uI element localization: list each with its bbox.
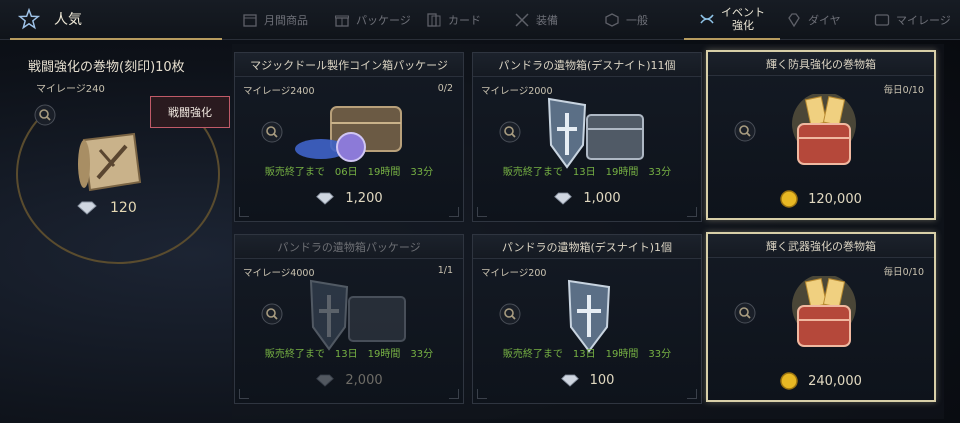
magnifier-icon[interactable] — [734, 120, 756, 142]
product-price: 240,000 — [708, 372, 934, 390]
daily-limit: 毎日0/10 — [883, 267, 924, 278]
product-card-soldout[interactable]: パンドラの遺物箱パッケージ マイレージ4000 1/1 販売終了まで 13日 1… — [234, 234, 464, 404]
tab-popular[interactable]: 人気 — [10, 0, 222, 40]
tab-diamond-label: ダイヤ — [808, 14, 841, 27]
mileage-icon — [874, 14, 890, 26]
corner-ornament — [477, 207, 487, 217]
product-card-featured[interactable]: 輝く防具強化の巻物箱 毎日0/10 120,000 — [706, 50, 936, 220]
featured-price: 120 — [76, 200, 137, 216]
product-title: パンドラの遺物箱(デスナイト)1個 — [473, 235, 701, 259]
sale-countdown: 販売終了まで 06日 19時間 33分 — [264, 167, 434, 178]
tab-mileage[interactable]: マイレージ — [874, 0, 951, 40]
scroll-item-icon — [78, 132, 142, 192]
product-title: 輝く武器強化の巻物箱 — [708, 234, 934, 258]
tab-monthly-label: 月間商品 — [264, 14, 308, 27]
magnifier-icon[interactable] — [261, 121, 283, 143]
product-price-value: 1,000 — [583, 191, 621, 206]
tab-card-label: カード — [448, 14, 481, 27]
tab-equipment[interactable]: 装備 — [514, 0, 558, 40]
product-price: 1,000 — [473, 191, 701, 206]
diamond-currency-icon — [554, 192, 573, 205]
corner-ornament — [239, 207, 249, 217]
purchase-limit: 0/2 — [437, 83, 453, 94]
sale-countdown: 販売終了まで 13日 19時間 33分 — [502, 167, 672, 178]
card-icon — [427, 13, 441, 27]
product-card-featured[interactable]: 輝く武器強化の巻物箱 毎日0/10 240,000 — [706, 232, 936, 402]
product-title: 輝く防具強化の巻物箱 — [708, 52, 934, 76]
tab-general-label: 一般 — [626, 14, 648, 27]
sale-countdown: 販売終了まで 13日 19時間 33分 — [264, 349, 434, 360]
tab-popular-label: 人気 — [54, 12, 82, 28]
featured-mileage: マイレージ240 — [36, 84, 105, 95]
tab-event-label-line2: 強化 — [732, 19, 754, 32]
tab-diamond[interactable]: ダイヤ — [786, 0, 841, 40]
tab-event-enhance[interactable]: イベント 強化 — [684, 0, 780, 40]
diamond-currency-icon — [77, 201, 97, 215]
product-price: 120,000 — [708, 190, 934, 208]
product-price-value: 240,000 — [808, 373, 862, 389]
swords-icon — [515, 13, 529, 27]
daily-limit: 毎日0/10 — [883, 85, 924, 96]
gift-icon — [335, 15, 349, 27]
featured-title: 戦闘強化の巻物(刻印)10枚 — [28, 60, 185, 75]
product-title: パンドラの遺物箱(デスナイト)11個 — [473, 53, 701, 77]
product-card[interactable]: マジックドール製作コイン箱パッケージ マイレージ2400 0/2 販売終了まで … — [234, 52, 464, 222]
cube-icon — [605, 13, 619, 27]
featured-price-value: 120 — [110, 200, 137, 216]
ribbon-icon — [700, 14, 714, 24]
product-price-value: 100 — [589, 373, 615, 388]
featured-item-panel[interactable]: 戦闘強化の巻物(刻印)10枚 マイレージ240 戦闘強化 120 — [0, 44, 232, 423]
corner-ornament — [449, 207, 459, 217]
magnifier-icon[interactable] — [499, 303, 521, 325]
tab-card[interactable]: カード — [426, 0, 481, 40]
product-price: 1,200 — [235, 191, 463, 206]
tab-equipment-label: 装備 — [536, 14, 558, 27]
tab-event-label-line1: イベント — [721, 6, 765, 19]
corner-ornament — [477, 389, 487, 399]
tab-monthly[interactable]: 月間商品 — [242, 0, 308, 40]
product-price-value: 2,000 — [345, 373, 383, 388]
magnifier-icon[interactable] — [34, 104, 56, 126]
magnifier-icon[interactable] — [499, 121, 521, 143]
red-chest-scroll-icon — [792, 276, 856, 347]
gold-coin-icon — [780, 372, 798, 390]
red-chest-scroll-icon — [792, 94, 856, 165]
product-title: パンドラの遺物箱パッケージ — [235, 235, 463, 259]
category-tag: 戦闘強化 — [150, 96, 230, 128]
corner-ornament — [687, 207, 697, 217]
magnifier-icon[interactable] — [734, 302, 756, 324]
tab-event-enhance-label: イベント 強化 — [721, 6, 765, 32]
calendar-icon — [243, 14, 257, 27]
corner-ornament — [687, 389, 697, 399]
diamond-currency-icon — [560, 374, 579, 387]
diamond-currency-icon — [316, 374, 335, 387]
product-price: 2,000 — [235, 373, 463, 388]
product-price-value: 120,000 — [808, 191, 862, 207]
product-price-value: 1,200 — [345, 191, 383, 206]
purchase-limit: 1/1 — [437, 265, 453, 276]
tab-package[interactable]: パッケージ — [334, 0, 411, 40]
star-icon — [18, 8, 40, 30]
sale-countdown: 販売終了まで 13日 19時間 33分 — [502, 349, 672, 360]
corner-ornament — [239, 389, 249, 399]
diamond-currency-icon — [316, 192, 335, 205]
tab-general[interactable]: 一般 — [604, 0, 648, 40]
product-title: マジックドール製作コイン箱パッケージ — [235, 53, 463, 77]
gold-coin-icon — [780, 190, 798, 208]
top-nav-bar: 人気 月間商品 パッケージ カード 装備 一般 イベント 強化 ダイヤ マイレー… — [0, 0, 960, 40]
corner-ornament — [449, 389, 459, 399]
product-price: 100 — [473, 373, 701, 388]
product-card[interactable]: パンドラの遺物箱(デスナイト)1個 マイレージ200 販売終了まで 13日 19… — [472, 234, 702, 404]
diamond-icon — [788, 13, 800, 28]
product-card[interactable]: パンドラの遺物箱(デスナイト)11個 マイレージ2000 販売終了まで 13日 … — [472, 52, 702, 222]
tab-package-label: パッケージ — [356, 14, 411, 27]
tab-mileage-label: マイレージ — [896, 14, 951, 27]
magnifier-icon[interactable] — [261, 303, 283, 325]
